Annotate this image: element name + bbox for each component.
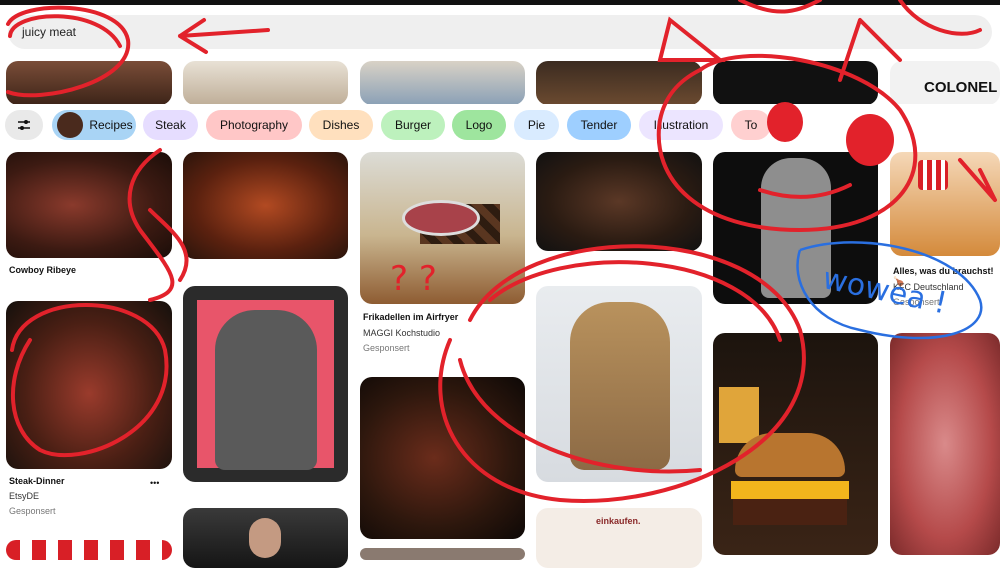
pin-title[interactable]: Frikadellen im Airfryer [363,312,458,322]
sliders-icon [18,120,30,130]
pin-frikadellen[interactable] [360,152,525,304]
pin-cowboy-ribeye[interactable] [6,152,172,258]
chip-illustration[interactable]: Illustration [639,110,723,140]
pin-top-2[interactable] [183,61,348,105]
dish [402,200,480,236]
pin-top-kfc[interactable]: COLONEL [890,61,1000,105]
pin-steak-dinner[interactable] [6,301,172,469]
pin-robot-figure[interactable] [713,152,878,304]
chip-photography[interactable]: Photography [206,110,302,140]
figure-body [761,158,831,298]
pin-burger[interactable] [713,333,878,555]
search-bar[interactable]: juicy meat [8,15,992,49]
fries [719,387,759,443]
chip-recipes[interactable]: Recipes [52,110,136,140]
chip-pie[interactable]: Pie [514,110,559,140]
pin-bottom-ad[interactable]: einkaufen. [536,508,702,568]
filter-chip-bar: Recipes Steak Photography Dishes Burger … [0,104,1000,146]
pin-title[interactable]: Steak-Dinner [9,476,65,486]
chip-logo[interactable]: Logo [452,110,506,140]
pin-saucy-meat[interactable] [183,152,348,259]
pin-pan-meat[interactable] [536,152,702,251]
chip-burger[interactable]: Burger [381,110,445,140]
ad-text: einkaufen. [596,516,641,526]
burger-cheese [731,481,849,499]
tiger-figure [570,302,670,470]
kfc-bucket [918,160,948,190]
portrait-head [249,518,281,558]
chip-tender[interactable]: Tender [567,110,631,140]
chip-steak[interactable]: Steak [143,110,198,140]
pin-bottom-red-stripes[interactable] [6,540,172,560]
pin-bottom-col3[interactable] [360,548,525,560]
pin-grilled-steak[interactable] [360,377,525,539]
pin-top-1[interactable] [6,61,172,105]
pin-sponsored: Gesponsert [893,297,940,307]
pin-man-portrait[interactable] [183,508,348,568]
kfc-top-text: COLONEL [924,79,998,96]
pin-title[interactable]: Cowboy Ribeye [9,265,76,275]
figure-shape [215,310,317,470]
pin-top-5[interactable] [713,61,878,105]
pin-sponsored: Gesponsert [363,343,410,353]
pin-source[interactable]: EtsyDE [9,491,39,501]
filter-settings-button[interactable] [5,110,43,140]
chip-to[interactable]: To [731,110,771,140]
pin-tiger-art[interactable] [536,286,702,482]
pin-sponsored: Gesponsert [9,506,56,516]
burger-top [735,433,845,477]
pin-source[interactable]: KFC Deutschland [893,282,964,292]
pin-muscle-art[interactable] [183,286,348,482]
pin-kfc[interactable] [890,152,1000,256]
pin-raw-meat[interactable] [890,333,1000,555]
burger-patty [733,499,847,525]
pin-top-4[interactable] [536,61,702,105]
pin-source[interactable]: MAGGI Kochstudio [363,328,440,338]
pin-top-3[interactable] [360,61,525,105]
search-query[interactable]: juicy meat [22,25,76,39]
more-options-icon[interactable]: ••• [150,478,159,488]
chip-dishes[interactable]: Dishes [309,110,373,140]
chip-thumbnail [57,112,84,138]
top-bar [0,0,1000,5]
